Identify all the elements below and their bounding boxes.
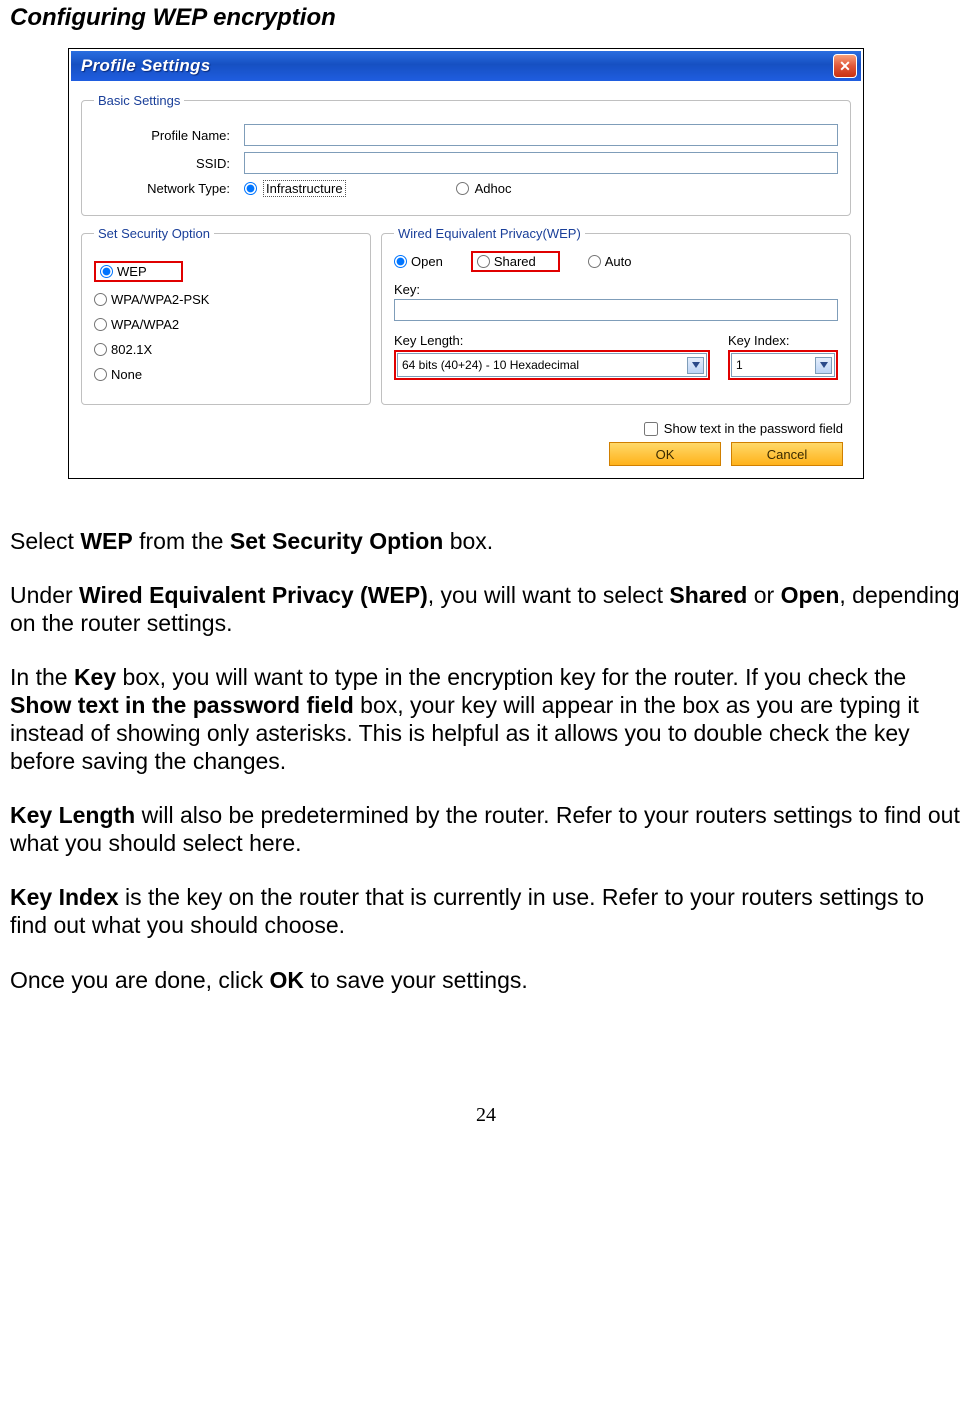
wep-open-radio[interactable] <box>394 255 407 268</box>
security-8021x-radio[interactable] <box>94 343 107 356</box>
network-type-infra-radio[interactable] <box>244 182 257 195</box>
wep-shared-radio[interactable] <box>477 255 490 268</box>
wep-option-highlight: WEP <box>94 261 183 282</box>
key-length-highlight: 64 bits (40+24) - 10 Hexadecimal <box>394 350 710 380</box>
ssid-input[interactable] <box>244 152 838 174</box>
security-wpa-label: WPA/WPA2 <box>111 317 179 332</box>
chevron-down-icon <box>687 357 704 374</box>
key-index-value: 1 <box>736 358 743 372</box>
titlebar: Profile Settings ✕ <box>71 51 861 81</box>
close-icon: ✕ <box>839 58 851 75</box>
show-text-checkbox[interactable] <box>644 422 658 436</box>
security-none-label: None <box>111 367 142 382</box>
wep-shared-label: Shared <box>494 254 536 269</box>
ok-button[interactable]: OK <box>609 442 721 466</box>
wep-legend: Wired Equivalent Privacy(WEP) <box>394 226 585 241</box>
security-wpapsk-label: WPA/WPA2-PSK <box>111 292 209 307</box>
window-title: Profile Settings <box>81 56 211 76</box>
basic-settings-legend: Basic Settings <box>94 93 184 108</box>
profile-name-input[interactable] <box>244 124 838 146</box>
profile-name-label: Profile Name: <box>94 128 244 143</box>
network-type-adhoc-radio[interactable] <box>456 182 469 195</box>
ssid-label: SSID: <box>94 156 244 171</box>
security-option-legend: Set Security Option <box>94 226 214 241</box>
profile-settings-window: Profile Settings ✕ Basic Settings Profil… <box>71 51 861 476</box>
basic-settings-group: Basic Settings Profile Name: SSID: Netwo… <box>81 93 851 216</box>
security-wpapsk-radio[interactable] <box>94 293 107 306</box>
key-length-value: 64 bits (40+24) - 10 Hexadecimal <box>402 358 579 372</box>
security-none-radio[interactable] <box>94 368 107 381</box>
wep-group: Wired Equivalent Privacy(WEP) Open Share… <box>381 226 851 405</box>
wep-auto-radio[interactable] <box>588 255 601 268</box>
ok-button-label: OK <box>656 447 675 462</box>
security-option-group: Set Security Option WEP WPA/WPA2-PSK <box>81 226 371 405</box>
close-button[interactable]: ✕ <box>833 54 857 78</box>
instruction-text: Select WEP from the Set Security Option … <box>10 527 962 994</box>
security-wpa-radio[interactable] <box>94 318 107 331</box>
wep-shared-highlight: Shared <box>471 251 560 272</box>
screenshot-figure: Profile Settings ✕ Basic Settings Profil… <box>68 48 864 479</box>
page-number: 24 <box>10 1104 962 1127</box>
cancel-button-label: Cancel <box>767 447 807 462</box>
security-wep-label: WEP <box>117 264 147 279</box>
key-index-select[interactable]: 1 <box>731 353 835 377</box>
wep-key-label: Key: <box>394 282 838 297</box>
wep-key-input[interactable] <box>394 299 838 321</box>
show-text-label: Show text in the password field <box>664 421 843 436</box>
section-heading: Configuring WEP encryption <box>10 4 962 32</box>
network-type-adhoc-label: Adhoc <box>475 181 512 196</box>
wep-auto-label: Auto <box>605 254 632 269</box>
key-length-select[interactable]: 64 bits (40+24) - 10 Hexadecimal <box>397 353 707 377</box>
network-type-label: Network Type: <box>94 181 244 196</box>
key-length-label: Key Length: <box>394 333 710 348</box>
cancel-button[interactable]: Cancel <box>731 442 843 466</box>
key-index-highlight: 1 <box>728 350 838 380</box>
chevron-down-icon <box>815 357 832 374</box>
wep-open-label: Open <box>411 254 443 269</box>
security-8021x-label: 802.1X <box>111 342 152 357</box>
key-index-label: Key Index: <box>728 333 838 348</box>
security-wep-radio[interactable] <box>100 265 113 278</box>
network-type-infra-label: Infrastructure <box>263 180 346 197</box>
window-body: Basic Settings Profile Name: SSID: Netwo… <box>71 81 861 476</box>
